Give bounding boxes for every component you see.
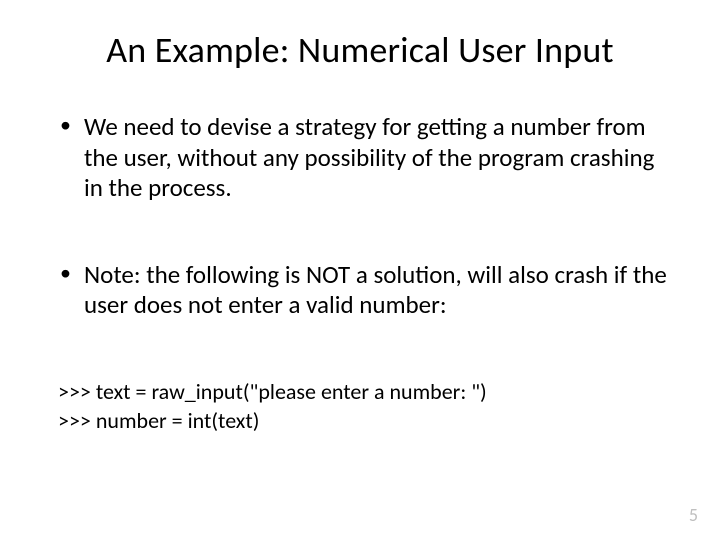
bullet-list: We need to devise a strategy for getting…	[50, 112, 670, 321]
code-line: >>> text = raw_input("please enter a num…	[58, 377, 670, 407]
bullet-item: We need to devise a strategy for getting…	[58, 112, 670, 204]
slide-title: An Example: Numerical User Input	[50, 28, 670, 72]
code-line: >>> number = int(text)	[58, 406, 670, 436]
bullet-item: Note: the following is NOT a solution, w…	[58, 260, 670, 321]
slide: An Example: Numerical User Input We need…	[0, 0, 720, 540]
page-number: 5	[689, 504, 698, 526]
code-example: >>> text = raw_input("please enter a num…	[50, 377, 670, 436]
